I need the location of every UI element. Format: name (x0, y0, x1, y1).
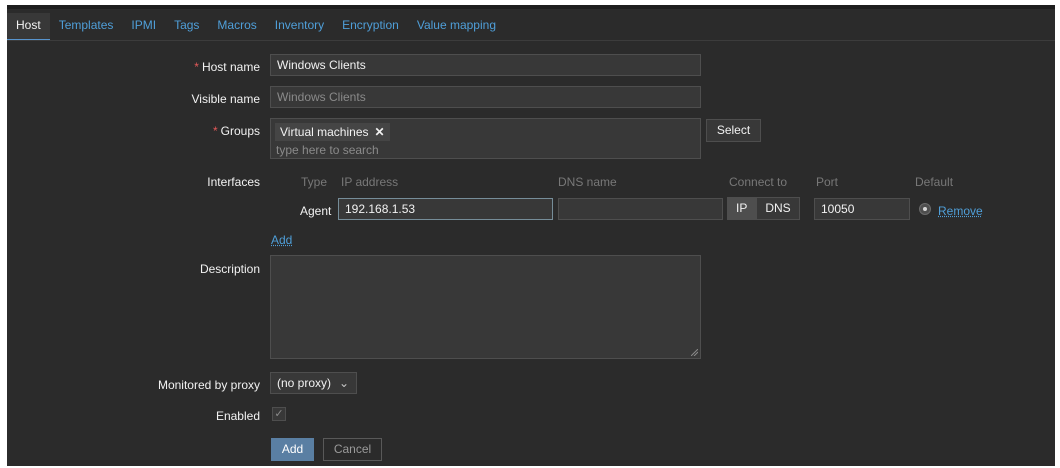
required-mark: * (194, 60, 199, 74)
interface-type: Agent (300, 204, 332, 218)
tab-value-mapping[interactable]: Value mapping (408, 13, 505, 41)
port-input[interactable]: 10050 (814, 198, 910, 220)
tab-encryption[interactable]: Encryption (333, 13, 408, 41)
interfaces-label: Interfaces (207, 175, 260, 189)
description-textarea[interactable] (270, 255, 701, 359)
ip-address-input[interactable]: 192.168.1.53 (338, 198, 553, 220)
group-chip-label: Virtual machines (280, 125, 369, 139)
tab-macros[interactable]: Macros (208, 13, 265, 41)
tab-ipmi[interactable]: IPMI (122, 13, 165, 41)
groups-search-input[interactable]: type here to search (276, 143, 379, 157)
default-radio[interactable] (919, 203, 931, 215)
connect-dns-button[interactable]: DNS (756, 197, 800, 220)
groups-select-button[interactable]: Select (706, 119, 761, 142)
proxy-select[interactable]: (no proxy) ⌄ (270, 372, 357, 394)
proxy-select-value: (no proxy) (277, 376, 332, 390)
visible-name-label: Visible name (191, 92, 260, 106)
proxy-label: Monitored by proxy (157, 378, 260, 392)
col-default: Default (915, 175, 954, 189)
check-icon: ✓ (274, 408, 284, 420)
col-type: Type (301, 175, 328, 189)
cancel-button[interactable]: Cancel (323, 438, 382, 461)
col-ip-address: IP address (341, 175, 399, 189)
chip-remove-icon[interactable]: ✕ (375, 125, 385, 139)
add-button[interactable]: Add (271, 438, 314, 461)
connect-ip-button[interactable]: IP (727, 197, 757, 220)
enabled-checkbox[interactable]: ✓ (272, 407, 286, 421)
enabled-label: Enabled (215, 409, 260, 423)
tab-bar: Host Templates IPMI Tags Macros Inventor… (7, 13, 505, 41)
col-connect-to: Connect to (729, 175, 788, 189)
connect-to-toggle: IP DNS (727, 197, 800, 220)
col-port: Port (816, 175, 839, 189)
window-frame: Host Templates IPMI Tags Macros Inventor… (0, 0, 1060, 468)
groups-multiselect[interactable]: Virtual machines ✕ type here to search (270, 118, 701, 159)
visible-name-input[interactable]: Windows Clients (270, 86, 701, 108)
chevron-down-icon: ⌄ (338, 376, 349, 390)
remove-interface-link[interactable]: Remove (938, 204, 983, 218)
resize-grip-icon[interactable] (691, 349, 698, 356)
description-label: Description (199, 262, 260, 276)
top-strip (7, 5, 1055, 9)
required-mark: * (212, 124, 218, 138)
add-interface-link[interactable]: Add (271, 233, 292, 247)
dns-name-input[interactable] (558, 198, 723, 220)
tab-inventory[interactable]: Inventory (266, 13, 333, 41)
col-dns-name: DNS name (558, 175, 617, 189)
host-form-panel: Host Templates IPMI Tags Macros Inventor… (7, 5, 1055, 466)
tab-host[interactable]: Host (7, 13, 50, 41)
tab-divider (7, 40, 1055, 41)
host-name-label: * Host name (194, 60, 260, 74)
group-chip: Virtual machines ✕ (275, 123, 390, 141)
tab-templates[interactable]: Templates (50, 13, 123, 41)
host-name-input[interactable]: Windows Clients (270, 54, 701, 76)
tab-tags[interactable]: Tags (165, 13, 208, 41)
groups-label: * Groups (212, 124, 260, 138)
